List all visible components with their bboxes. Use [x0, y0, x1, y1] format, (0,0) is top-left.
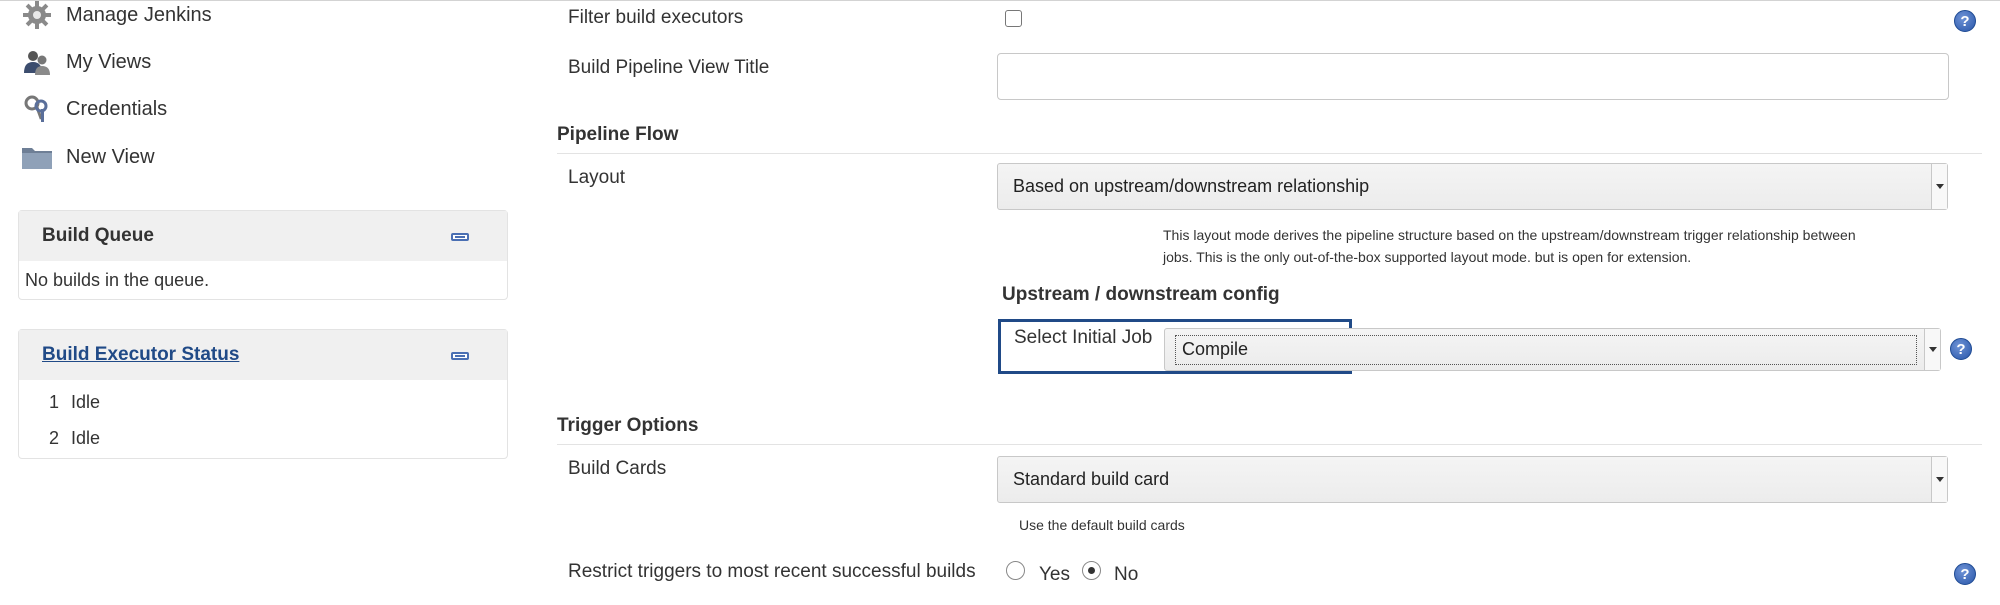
executor-row: 1 Idle: [19, 384, 507, 420]
restrict-triggers-label: Restrict triggers to most recent success…: [568, 561, 976, 582]
upstream-config-title: Upstream / downstream config: [1002, 284, 1280, 305]
executor-status-pane: Build Executor Status 1 Idle 2 Idle: [18, 329, 508, 459]
executor-status-link[interactable]: Build Executor Status: [42, 344, 239, 366]
build-cards-help-text: Use the default build cards: [1019, 517, 1185, 533]
keys-icon: [20, 94, 54, 124]
layout-label: Layout: [568, 167, 626, 188]
restrict-yes-radio[interactable]: [1006, 561, 1025, 580]
layout-help-line: jobs. This is the only out-of-the-box su…: [1163, 249, 1692, 265]
initial-job-select-value: Compile: [1175, 334, 1917, 365]
help-icon[interactable]: ?: [1950, 338, 1972, 360]
section-divider: [557, 444, 1982, 445]
initial-job-select[interactable]: Compile: [1164, 328, 1941, 371]
sidebar-item-label: My Views: [66, 50, 152, 73]
filter-executors-checkbox[interactable]: [1005, 10, 1022, 27]
sidebar-item-label: Credentials: [66, 97, 168, 120]
sidebar-item-label: New View: [66, 145, 155, 168]
layout-help-text: This layout mode derives the pipeline st…: [1163, 224, 1953, 268]
filter-executors-label: Filter build executors: [568, 7, 744, 28]
view-title-label: Build Pipeline View Title: [568, 57, 770, 78]
executor-status-header: Build Executor Status: [19, 330, 507, 380]
section-title-trigger-options: Trigger Options: [557, 415, 699, 436]
build-cards-select[interactable]: Standard build card: [997, 456, 1948, 503]
collapse-icon[interactable]: [451, 233, 469, 241]
help-icon[interactable]: ?: [1954, 563, 1976, 585]
gear-icon: [20, 0, 54, 30]
build-queue-empty: No builds in the queue.: [25, 269, 210, 290]
initial-job-label: Select Initial Job: [1014, 327, 1153, 348]
build-queue-header: Build Queue: [19, 211, 507, 261]
executor-number: 1: [49, 391, 60, 412]
executor-row: 2 Idle: [19, 420, 507, 456]
sidebar-item-new-view[interactable]: New View: [20, 139, 155, 175]
build-queue-title: Build Queue: [42, 225, 154, 246]
build-queue-pane: Build Queue No builds in the queue.: [18, 210, 508, 300]
build-cards-label: Build Cards: [568, 458, 667, 479]
build-cards-select-value: Standard build card: [1013, 469, 1170, 489]
section-title-pipeline-flow: Pipeline Flow: [557, 124, 679, 145]
executor-status: Idle: [71, 391, 101, 412]
executor-status: Idle: [71, 427, 101, 448]
sidebar-item-manage-jenkins[interactable]: Manage Jenkins: [20, 0, 212, 33]
restrict-no-label: No: [1114, 564, 1139, 585]
users-icon: [20, 47, 54, 77]
chevron-down-icon: [1931, 164, 1947, 209]
folder-icon: [20, 142, 54, 172]
sidebar-item-label: Manage Jenkins: [66, 3, 212, 26]
help-icon[interactable]: ?: [1954, 10, 1976, 32]
executor-number: 2: [49, 427, 60, 448]
restrict-yes-label: Yes: [1039, 564, 1070, 585]
layout-help-line: This layout mode derives the pipeline st…: [1163, 227, 1856, 243]
layout-select-value: Based on upstream/downstream relationshi…: [1013, 176, 1370, 196]
view-title-input[interactable]: [997, 53, 1949, 100]
sidebar-item-my-views[interactable]: My Views: [20, 44, 151, 80]
collapse-icon[interactable]: [451, 352, 469, 360]
restrict-no-radio[interactable]: [1082, 561, 1101, 580]
sidebar-item-credentials[interactable]: Credentials: [20, 91, 167, 127]
chevron-down-icon: [1924, 329, 1940, 370]
section-divider: [557, 153, 1982, 154]
chevron-down-icon: [1931, 457, 1947, 502]
layout-select[interactable]: Based on upstream/downstream relationshi…: [997, 163, 1948, 210]
